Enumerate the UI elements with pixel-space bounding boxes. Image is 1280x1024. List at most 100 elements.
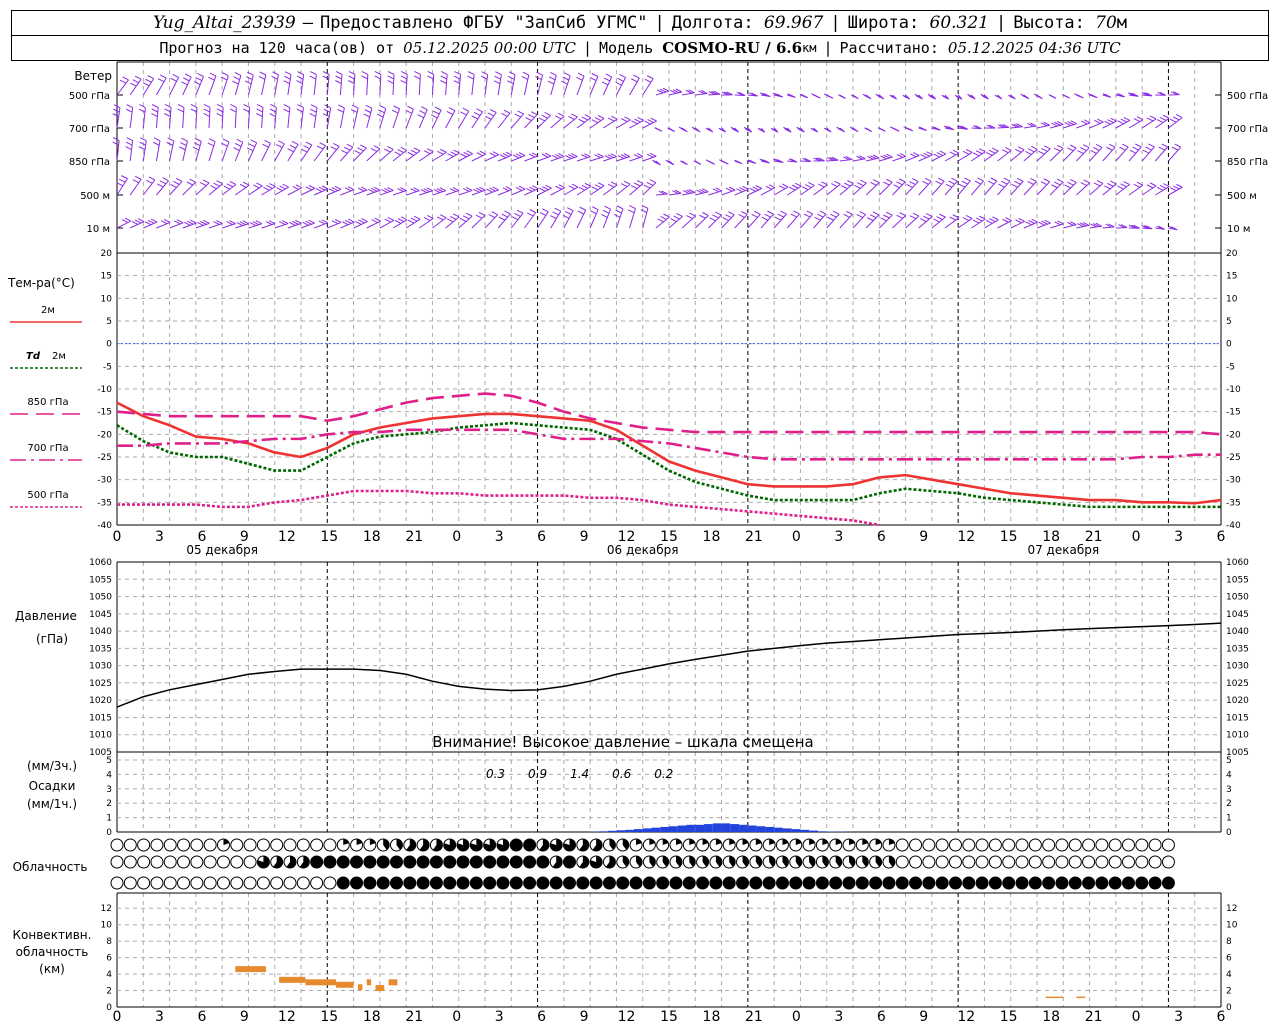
wind-barb-flag	[860, 179, 867, 184]
cloud-symbol	[483, 876, 497, 890]
wind-barb-flag	[122, 76, 129, 81]
cloud-circle	[616, 876, 630, 890]
cloud-circle	[403, 855, 417, 869]
wind-barb-flag	[972, 152, 980, 157]
wind-barb-staff	[668, 192, 682, 196]
wind-barb-flag	[262, 143, 269, 148]
wind-barb-staff	[603, 156, 617, 162]
wind-barb-staff	[1023, 125, 1037, 129]
wind-barb-staff	[1063, 224, 1077, 229]
wind-barb-flag	[972, 219, 980, 224]
wind-barb-flag	[518, 185, 526, 190]
wind-barb-staff	[839, 159, 852, 162]
wind-barb-flag	[987, 180, 995, 185]
wind-barb-flag	[132, 79, 139, 84]
wind-barb-staff	[524, 114, 538, 129]
wind-barb-flag	[765, 185, 773, 190]
wind-barb-flag	[1027, 181, 1034, 185]
wind-barb-staff	[458, 74, 462, 96]
wind-barb-flag	[203, 113, 210, 117]
wind-barb-flag	[321, 185, 329, 190]
cloud-symbol	[509, 876, 523, 890]
wind-barb-flag	[232, 80, 239, 85]
wind-barb-staff	[852, 182, 867, 196]
wind-barb-flag	[151, 113, 158, 117]
wind-barb-flag	[162, 177, 169, 182]
wind-barb-flag	[594, 117, 602, 121]
wind-barb-flag	[1148, 143, 1155, 148]
precip-unit-3h: (мм/3ч.)	[27, 759, 77, 773]
legend-label: 850 гПа	[27, 397, 68, 408]
wind-barb-staff	[616, 183, 631, 196]
wind-barb-flag	[502, 187, 510, 192]
precip-bar	[782, 828, 792, 832]
temp-tick-right: 5	[1226, 317, 1232, 327]
wind-barb-flag	[476, 152, 483, 157]
cloud-symbol	[256, 876, 270, 890]
cloud-circle	[123, 838, 137, 852]
wind-barb-flag	[1172, 116, 1180, 121]
wind-barb-flag	[229, 108, 237, 113]
wind-barb-flag	[613, 213, 621, 218]
wind-barb-flag	[1043, 178, 1050, 183]
wind-barb-staff	[511, 155, 526, 162]
cloud-symbol	[576, 855, 590, 869]
wind-barb-staff	[511, 188, 526, 196]
wind-barb-flag	[140, 137, 147, 142]
cloud-circle	[310, 876, 324, 890]
cloud-symbol	[137, 855, 151, 869]
cloud-circle	[895, 876, 909, 890]
cloud-circle	[1095, 855, 1109, 869]
wind-barb-flag	[1117, 185, 1124, 190]
wind-barb-flag	[309, 75, 317, 80]
wind-barb-flag	[480, 75, 488, 80]
wind-barb-flag	[432, 110, 440, 115]
cloud-symbol	[895, 876, 909, 890]
wind-barb-flag	[912, 212, 920, 217]
wind-barb-flag	[631, 120, 638, 125]
wind-barb-flag	[1149, 182, 1157, 187]
wind-barb-flag	[725, 214, 732, 219]
cloud-symbol	[190, 876, 204, 890]
wind-barb-flag	[935, 180, 942, 185]
cloud-symbol	[123, 838, 137, 852]
cloud-circle	[203, 838, 217, 852]
wind-barb-flag	[603, 77, 611, 82]
wind-barb-staff	[905, 155, 920, 162]
precip-bar	[800, 829, 810, 832]
wind-barb-flag	[1090, 149, 1097, 154]
cloud-symbol	[602, 838, 616, 852]
wind-barb-flag	[393, 105, 400, 110]
wind-level-label-right: 700 гПа	[1227, 124, 1268, 135]
wind-barb-staff	[747, 213, 761, 229]
cloud-symbol	[270, 855, 284, 869]
wind-barb-flag	[880, 217, 887, 222]
wind-barb-staff	[300, 74, 305, 96]
wind-barb-flag	[112, 113, 119, 118]
wind-barb-flag	[660, 215, 667, 220]
temp-tick-right: -40	[1226, 521, 1241, 531]
wind-barb-staff	[878, 214, 893, 229]
wind-barb-flag	[911, 178, 919, 183]
wind-barb-flag	[208, 76, 215, 81]
wind-barb-flag	[1117, 120, 1124, 125]
wind-barb-flag	[347, 186, 355, 191]
cloud-symbol	[616, 855, 630, 869]
wind-barb-flag	[640, 209, 647, 214]
cloud-symbol	[629, 876, 643, 890]
x-axis-temp-tick-label: 18	[363, 529, 381, 545]
x-axis-conv-tick-label: 15	[660, 1009, 678, 1024]
wind-barb-staff	[1023, 181, 1037, 196]
wind-barb-staff	[445, 74, 448, 96]
wind-title: Ветер	[74, 69, 112, 83]
cloud-symbol	[642, 876, 656, 890]
wind-barb-flag	[1142, 149, 1150, 154]
wind-barb-flag	[630, 185, 638, 189]
wind-barb-flag	[673, 215, 680, 220]
wind-barb-flag	[361, 218, 368, 222]
cloud-symbol	[469, 876, 483, 890]
wind-barb-staff	[747, 188, 762, 196]
cloud-symbol	[110, 855, 124, 869]
wind-barb-flag	[159, 74, 167, 79]
cloud-symbol	[177, 838, 191, 852]
